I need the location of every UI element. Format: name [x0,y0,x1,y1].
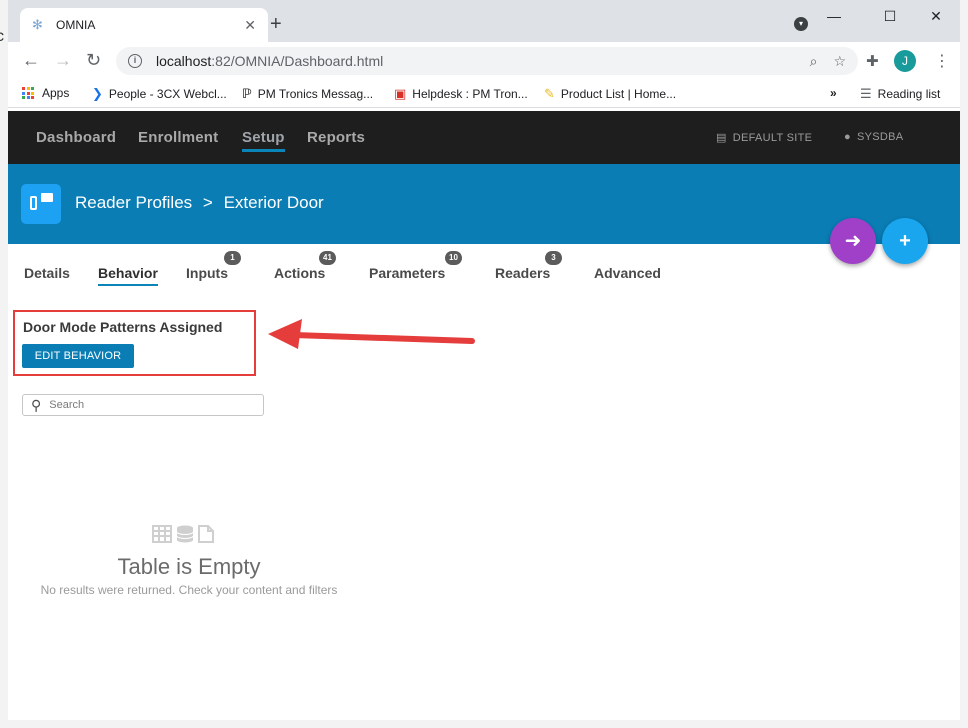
bookmark-label: People - 3CX Webcl... [108,87,227,101]
tab-label: Parameters [369,265,446,281]
user-label: SYSDBA [856,131,904,143]
add-button[interactable]: + [882,218,928,264]
browser-toolbar: ← → ↻ i localhost:82/OMNIA/Dashboard.htm… [8,42,960,80]
edit-behavior-button[interactable]: EDIT BEHAVIOR [22,344,134,368]
bookmark-star-icon[interactable]: ☆ [833,53,846,70]
empty-state-icons [152,525,214,543]
browser-tabstrip: ✻ OMNIA ✕ + ▾ — ☐ ✕ [8,0,960,42]
save-disk-icon: ▤ [716,132,727,144]
inputs-count-badge: 1 [224,251,241,265]
apps-grid-icon [22,87,34,99]
nav-setup[interactable]: Setup [242,129,285,152]
site-info-icon[interactable]: i [128,54,142,68]
browser-menu-icon[interactable]: ⋮ [934,51,950,71]
browser-tab-title: OMNIA [56,18,96,32]
tab-behavior[interactable]: Behavior [98,265,158,286]
tab-parameters[interactable]: 10 Parameters [369,251,462,281]
note-icon: ✎ [544,86,555,101]
bookmarks-overflow-icon[interactable]: » [830,86,837,100]
tab-label: Actions [274,265,326,281]
pm-logo-icon: ℙ [242,86,252,101]
tab-inputs[interactable]: 1 Inputs [186,251,241,281]
forward-icon[interactable]: → [54,51,72,69]
user-icon: ● [844,131,851,143]
nav-reports[interactable]: Reports [307,129,365,146]
empty-state-title: Table is Empty [117,554,261,579]
bookmarks-bar: Apps ❯ People - 3CX Webcl... ℙ PM Tronic… [8,80,960,108]
bookmark-3cx[interactable]: ❯ People - 3CX Webcl... [92,86,227,102]
tab-readers[interactable]: 3 Readers [495,251,562,281]
bookmark-apps[interactable]: Apps [22,86,69,100]
extensions-icon[interactable]: ✚ [866,52,879,70]
chevron-right-icon: ❯ [92,86,103,101]
search-input[interactable] [49,399,240,411]
bookmark-label: Product List | Home... [560,87,677,101]
url-path: :82/OMNIA/Dashboard.html [211,53,384,69]
search-icon: ⚲ [31,396,42,413]
parameters-count-badge: 10 [445,251,462,265]
breadcrumb: Reader Profiles > Exterior Door [75,193,324,213]
reader-profile-icon [21,184,61,224]
profile-tabs: Details Behavior 1 Inputs 41 Actions 10 … [8,251,960,291]
bookmark-label: PM Tronics Messag... [257,87,374,101]
table-icon [152,525,172,543]
new-tab-icon[interactable]: + [270,14,282,34]
reload-icon[interactable]: ↻ [86,51,101,69]
url-host: localhost [156,53,212,69]
tab-advanced[interactable]: Advanced [594,265,661,281]
tab-label: Inputs [186,265,228,281]
omnia-favicon-icon: ✻ [32,17,43,32]
site-label: DEFAULT SITE [732,131,813,144]
database-icon [176,525,194,543]
section-title: Door Mode Patterns Assigned [23,319,223,335]
tab-actions[interactable]: 41 Actions [274,251,336,281]
edge-fragment: c [0,28,4,45]
helpdesk-icon: ▣ [394,86,407,101]
bottom-window-edge [0,720,968,728]
breadcrumb-separator: > [202,193,213,212]
omnia-app: Dashboard Enrollment Setup Reports ▤ DEF… [8,111,960,720]
bookmark-label: Helpdesk : PM Tron... [412,87,528,101]
site-selector[interactable]: ▤ DEFAULT SITE [716,131,813,145]
minimize-icon[interactable]: — [824,8,844,24]
readers-count-badge: 3 [545,251,562,265]
browser-tab-omnia[interactable]: ✻ OMNIA ✕ [20,8,268,42]
tab-details[interactable]: Details [24,265,70,281]
close-tab-icon[interactable]: ✕ [244,17,256,34]
arrow-left-icon: ➜ [844,230,862,252]
breadcrumb-parent[interactable]: Reader Profiles [75,193,192,212]
zoom-icon[interactable]: ⌕ [810,53,818,70]
url-text: localhost:82/OMNIA/Dashboard.html [156,53,794,69]
close-window-icon[interactable]: ✕ [926,8,946,25]
search-field[interactable]: ⚲ [22,394,264,416]
breadcrumb-current: Exterior Door [223,193,324,212]
right-window-edge [960,0,968,728]
reading-list-label: Reading list [877,87,941,101]
reading-list-button[interactable]: ☰ Reading list [860,86,940,102]
user-menu[interactable]: ● SYSDBA [844,131,903,143]
bookmark-label: Apps [42,86,70,100]
back-button[interactable]: ➜ [830,218,876,264]
actions-count-badge: 41 [319,251,336,265]
tab-search-icon[interactable]: ▾ [794,17,808,31]
app-top-nav: Dashboard Enrollment Setup Reports ▤ DEF… [8,111,960,164]
left-window-edge: c [0,0,8,728]
maximize-icon[interactable]: ☐ [880,8,900,25]
annotation-arrow-icon [268,319,475,349]
address-bar[interactable]: i localhost:82/OMNIA/Dashboard.html ⌕ ☆ [116,47,858,75]
profile-avatar[interactable]: J [894,50,916,72]
bookmark-pm-tronics[interactable]: ℙ PM Tronics Messag... [242,86,373,102]
reading-list-icon: ☰ [860,86,872,101]
page-header: Reader Profiles > Exterior Door [8,164,960,244]
back-icon[interactable]: ← [22,51,40,69]
empty-state-subtitle: No results were returned. Check your con… [40,583,338,597]
nav-enrollment[interactable]: Enrollment [138,129,218,146]
file-icon [198,525,214,543]
bookmark-helpdesk[interactable]: ▣ Helpdesk : PM Tron... [394,86,528,102]
plus-icon: + [899,230,911,252]
tab-label: Readers [495,265,551,281]
bookmark-product-list[interactable]: ✎ Product List | Home... [544,86,676,102]
nav-dashboard[interactable]: Dashboard [36,129,116,146]
